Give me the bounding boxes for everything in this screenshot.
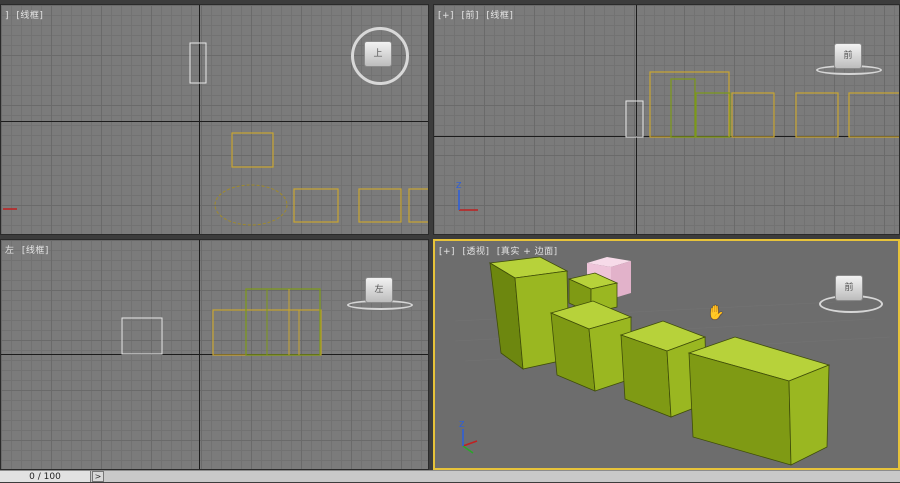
- top-box-3: [358, 188, 402, 223]
- front-camera-rect: [625, 100, 644, 138]
- left-box-2: [245, 288, 321, 356]
- next-frame-button[interactable]: >: [92, 471, 104, 482]
- front-box-2: [670, 78, 696, 138]
- perspective-viewcube[interactable]: 前: [835, 275, 863, 301]
- viewport-left[interactable]: 左 [线框] 左: [0, 239, 429, 470]
- top-box-4: [408, 188, 428, 223]
- perspective-green-cube-1: [549, 300, 633, 392]
- perspective-axis-gizmo-x: [462, 440, 478, 447]
- front-box-1: [649, 71, 730, 138]
- top-box-2: [293, 188, 339, 223]
- perspective-axis-label-z: Z: [459, 420, 465, 429]
- time-slider-bar[interactable]: 0 / 100 >: [0, 470, 900, 482]
- perspective-green-box-long: [687, 336, 831, 466]
- perspective-axis-gizmo-y: [462, 445, 474, 454]
- viewport-perspective[interactable]: [+] [透视] [真实 + 边面] Z 前 ✋: [433, 239, 900, 470]
- top-box-1: [231, 132, 274, 168]
- front-viewcube[interactable]: 前: [834, 43, 862, 69]
- perspective-scene[interactable]: Z: [435, 241, 900, 470]
- front-box-4: [731, 92, 775, 138]
- top-viewcube[interactable]: 上: [364, 41, 392, 67]
- front-wireframe-objects[interactable]: Z: [434, 5, 900, 235]
- front-box-3: [695, 92, 731, 138]
- top-camera-rect: [189, 42, 207, 84]
- left-wireframe-objects[interactable]: [1, 240, 429, 470]
- front-axis-label-z: Z: [456, 181, 462, 190]
- viewport-front[interactable]: [+] [前] [线框] Z 前: [433, 4, 900, 235]
- left-camera-rect: [121, 317, 163, 355]
- frame-counter[interactable]: 0 / 100: [0, 471, 91, 482]
- front-box-5: [795, 92, 839, 138]
- top-ellipse-object: [214, 184, 288, 226]
- pan-hand-cursor-icon: ✋: [707, 305, 725, 321]
- front-box-6: [848, 92, 899, 138]
- left-viewcube[interactable]: 左: [365, 277, 393, 303]
- viewport-top[interactable]: ] [线框] 上: [0, 4, 429, 235]
